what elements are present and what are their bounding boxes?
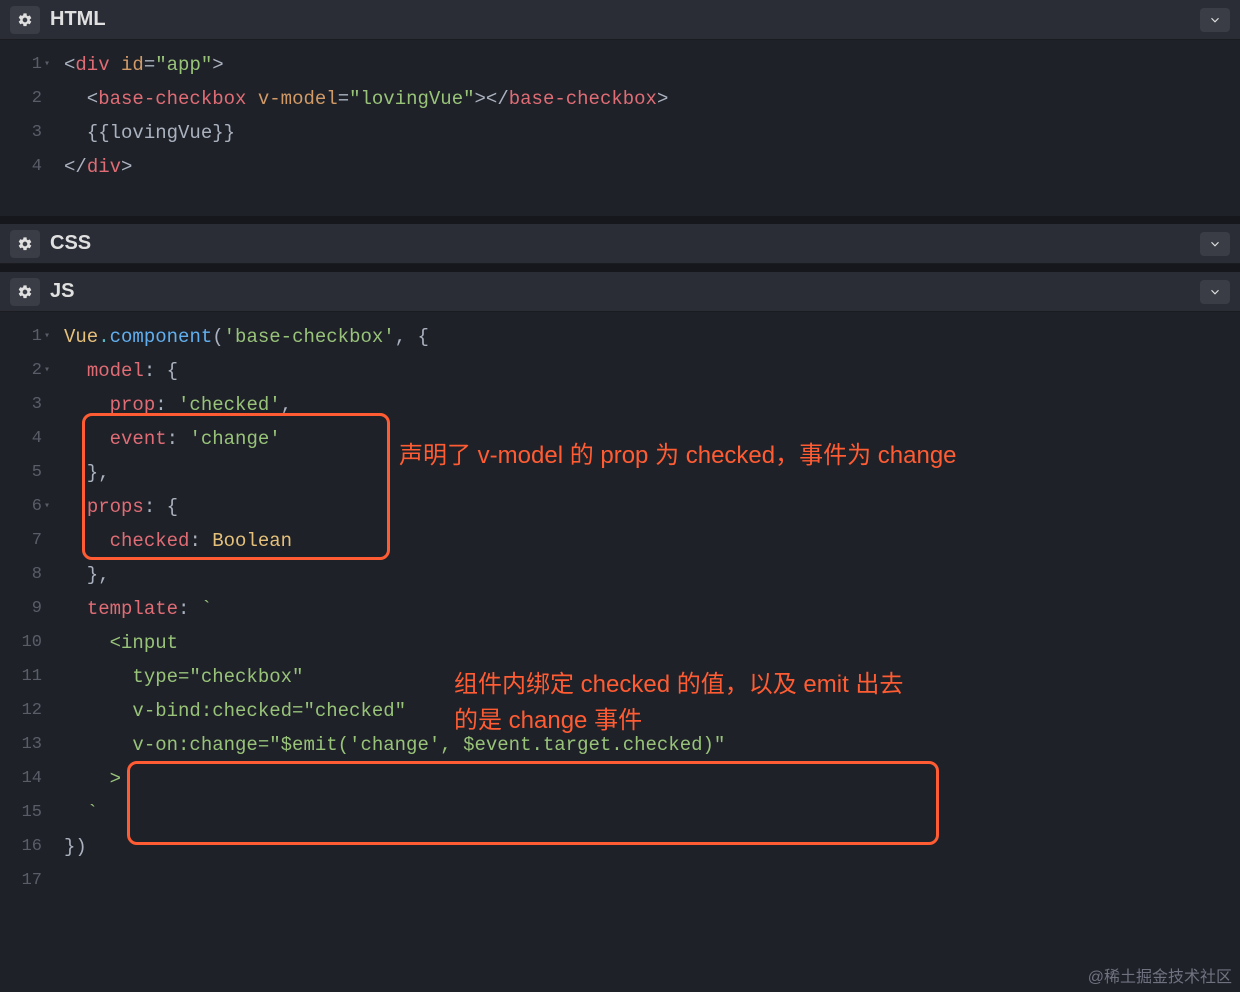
chevron-down-icon[interactable] <box>1200 8 1230 32</box>
code-line[interactable]: 17 <box>0 864 1240 898</box>
panel-header-js: JS <box>0 272 1240 312</box>
gear-icon[interactable] <box>10 230 40 258</box>
gutter-number: 15 <box>0 796 48 830</box>
fold-arrow-icon[interactable]: ▾ <box>44 320 50 354</box>
gutter-number: 4 <box>0 422 48 456</box>
code-text[interactable]: type="checkbox" <box>48 660 303 694</box>
gutter-number: 2▾ <box>0 354 48 388</box>
fold-arrow-icon[interactable]: ▾ <box>44 354 50 388</box>
panel-title-html: HTML <box>50 8 106 31</box>
code-text[interactable]: prop: 'checked', <box>48 388 292 422</box>
code-text[interactable]: model: { <box>48 354 178 388</box>
panel-header-css: CSS <box>0 224 1240 264</box>
gutter-number: 13 <box>0 728 48 762</box>
gutter-number: 10 <box>0 626 48 660</box>
gutter-number: 5 <box>0 456 48 490</box>
annotation-text-2-line1: 组件内绑定 checked 的值，以及 emit 出去 <box>454 667 903 703</box>
code-text[interactable]: template: ` <box>48 592 212 626</box>
code-line[interactable]: 3 prop: 'checked', <box>0 388 1240 422</box>
html-code-editor[interactable]: 1▾<div id="app">2 <base-checkbox v-model… <box>0 40 1240 216</box>
code-text[interactable]: <input <box>48 626 178 660</box>
code-text[interactable]: </div> <box>48 150 132 184</box>
code-text[interactable]: event: 'change' <box>48 422 281 456</box>
code-text[interactable]: v-bind:checked="checked" <box>48 694 406 728</box>
watermark: @稀土掘金技术社区 <box>1088 963 1232 987</box>
code-text[interactable]: > <box>48 762 121 796</box>
code-text[interactable]: {{lovingVue}} <box>48 116 235 150</box>
gutter-number: 12 <box>0 694 48 728</box>
code-text[interactable]: Vue.component('base-checkbox', { <box>48 320 429 354</box>
code-text[interactable]: ` <box>48 796 98 830</box>
fold-arrow-icon[interactable]: ▾ <box>44 48 50 82</box>
annotation-text-1: 声明了 v-model 的 prop 为 checked，事件为 change <box>399 438 957 474</box>
code-text[interactable]: }, <box>48 558 110 592</box>
chevron-down-icon[interactable] <box>1200 280 1230 304</box>
gutter-number: 1▾ <box>0 320 48 354</box>
gutter-number: 3 <box>0 116 48 150</box>
code-text[interactable]: }) <box>48 830 87 864</box>
chevron-down-icon[interactable] <box>1200 232 1230 256</box>
code-line[interactable]: 1▾Vue.component('base-checkbox', { <box>0 320 1240 354</box>
gutter-number: 7 <box>0 524 48 558</box>
gutter-number: 16 <box>0 830 48 864</box>
fold-arrow-icon[interactable]: ▾ <box>44 490 50 524</box>
code-text[interactable]: props: { <box>48 490 178 524</box>
code-text[interactable]: <div id="app"> <box>48 48 224 82</box>
code-line[interactable]: 2▾ model: { <box>0 354 1240 388</box>
code-text[interactable]: checked: Boolean <box>48 524 292 558</box>
code-line[interactable]: 9 template: ` <box>0 592 1240 626</box>
code-line[interactable]: 2 <base-checkbox v-model="lovingVue"></b… <box>0 82 1240 116</box>
code-line[interactable]: 10 <input <box>0 626 1240 660</box>
code-line[interactable]: 14 > <box>0 762 1240 796</box>
gutter-number: 1▾ <box>0 48 48 82</box>
gutter-number: 11 <box>0 660 48 694</box>
gear-icon[interactable] <box>10 6 40 34</box>
gutter-number: 2 <box>0 82 48 116</box>
gutter-number: 8 <box>0 558 48 592</box>
panel-divider <box>0 216 1240 224</box>
gutter-number: 9 <box>0 592 48 626</box>
code-line[interactable]: 6▾ props: { <box>0 490 1240 524</box>
panel-title-css: CSS <box>50 232 91 255</box>
panel-header-html: HTML <box>0 0 1240 40</box>
code-line[interactable]: 8 }, <box>0 558 1240 592</box>
code-text[interactable]: <base-checkbox v-model="lovingVue"></bas… <box>48 82 668 116</box>
gutter-number: 6▾ <box>0 490 48 524</box>
gutter-number: 4 <box>0 150 48 184</box>
annotation-text-2-line2: 的是 change 事件 <box>454 703 642 739</box>
code-line[interactable]: 3 {{lovingVue}} <box>0 116 1240 150</box>
panel-divider <box>0 264 1240 272</box>
code-line[interactable]: 7 checked: Boolean <box>0 524 1240 558</box>
js-code-editor[interactable]: 1▾Vue.component('base-checkbox', {2▾ mod… <box>0 312 1240 898</box>
code-line[interactable]: 4</div> <box>0 150 1240 184</box>
code-line[interactable]: 1▾<div id="app"> <box>0 48 1240 82</box>
gutter-number: 17 <box>0 864 48 898</box>
code-text[interactable]: }, <box>48 456 110 490</box>
gutter-number: 14 <box>0 762 48 796</box>
panel-title-js: JS <box>50 280 74 303</box>
gutter-number: 3 <box>0 388 48 422</box>
gear-icon[interactable] <box>10 278 40 306</box>
code-line[interactable]: 16}) <box>0 830 1240 864</box>
code-line[interactable]: 15 ` <box>0 796 1240 830</box>
